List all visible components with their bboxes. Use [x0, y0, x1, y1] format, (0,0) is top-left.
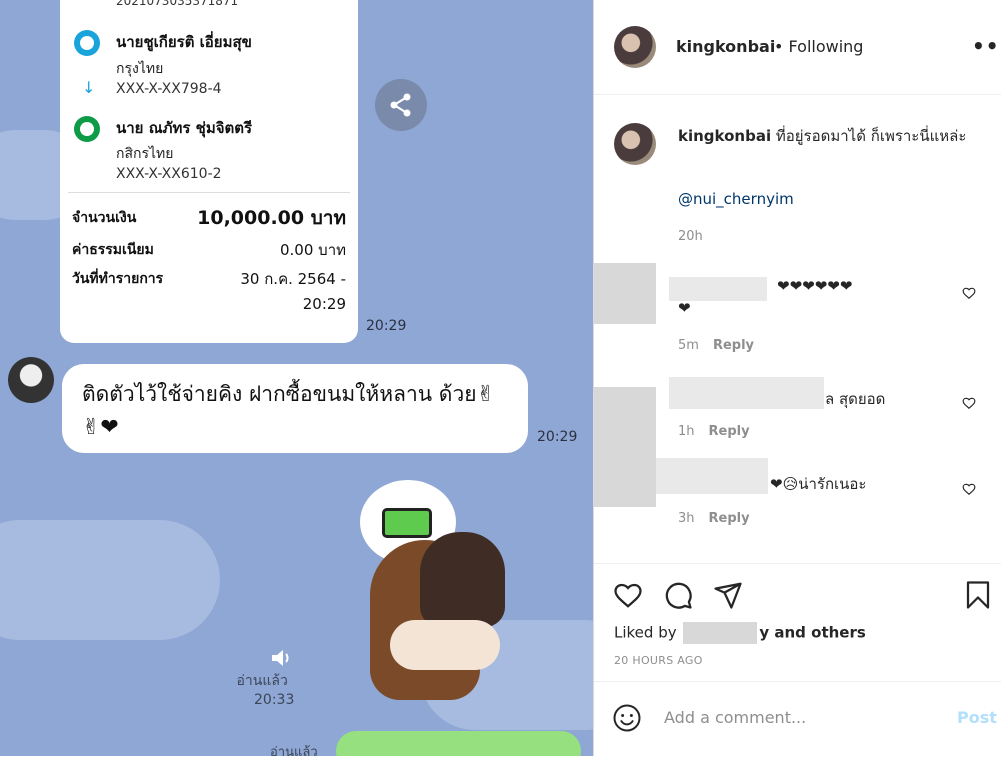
kasikorn-bank-icon [74, 116, 100, 142]
chat-message-text: ติดตัวไว้ใช้จ่ายคิง ฝากซื้อขนมให้หลาน ด้… [82, 382, 477, 406]
like-heart-icon[interactable] [613, 580, 643, 610]
bookmark-icon[interactable] [963, 580, 993, 610]
share-button[interactable] [375, 79, 427, 131]
sender-bank: กรุงไทย [116, 61, 164, 77]
background-cloud [0, 520, 220, 640]
reply-button[interactable]: Reply [709, 424, 750, 439]
liked-by-label: Liked by [614, 623, 677, 642]
redacted-avatar [594, 387, 656, 507]
post-caption: kingkonbai ที่อยู่รอดมาได้ ก็เพราะนี่แหล… [678, 124, 978, 148]
author-avatar[interactable] [614, 26, 656, 68]
comment-text: ❤😥น่ารักเนอะ [770, 475, 867, 493]
receipt-ref: 2021073035371871 [116, 0, 239, 8]
receipt-timestamp: 20:29 [366, 318, 407, 334]
redacted-avatar [594, 263, 656, 324]
receipt-divider [68, 192, 350, 193]
receiver-name: นาย ณภัทร ชุ่มจิตตรี [116, 119, 253, 137]
action-bar [594, 563, 1001, 564]
arrow-down-icon: ↓ [82, 78, 96, 97]
redacted-liker [683, 622, 758, 644]
speaker-icon [270, 648, 292, 672]
date-value: 30 ก.ค. 2564 - [240, 270, 346, 288]
reply-button[interactable]: Reply [709, 511, 750, 526]
more-options-button[interactable]: ••• [972, 34, 1001, 58]
comment-bubble-icon[interactable] [663, 580, 693, 610]
emoji-smiley-icon[interactable] [612, 703, 642, 733]
hug-sticker [360, 480, 510, 705]
battery-icon [382, 508, 432, 538]
comment-meta: 3h Reply [678, 511, 750, 526]
read-label-2: อ่านแล้ว [270, 745, 318, 756]
reply-button[interactable]: Reply [713, 338, 754, 353]
comment-meta: 5m Reply [678, 338, 755, 353]
caption-mention[interactable]: @nui_chernyim [678, 190, 794, 208]
comment-text-line2: ❤ [678, 299, 691, 317]
redacted-username [669, 377, 824, 409]
sticker-arms [390, 620, 500, 670]
like-comment-heart-icon[interactable] [962, 396, 976, 410]
fee-value: 0.00 บาท [280, 241, 346, 259]
outgoing-message-bubble [336, 731, 581, 756]
receiver-bank: กสิกรไทย [116, 146, 174, 162]
following-status[interactable]: • Following [774, 37, 863, 56]
post-comment-button[interactable]: Post [957, 708, 997, 727]
amount-label: จำนวนเงิน [72, 210, 137, 226]
amount-value: 10,000.00 บาท [197, 207, 346, 229]
caption-text: ที่อยู่รอดมาได้ ก็เพราะนี่แหล่ะ [775, 127, 967, 145]
author-username[interactable]: kingkonbai [676, 37, 775, 56]
post-header: kingkonbai • Following ••• [594, 0, 1001, 95]
fee-label: ค่าธรรมเนียม [72, 242, 154, 258]
post-image-line-chat: 2021073035371871 นายชูเกียรติ เอี่ยมสุข … [0, 0, 593, 756]
read-receipt: อ่านแล้ว 20:33 [230, 672, 295, 710]
and-others-link[interactable]: y and others [759, 624, 865, 642]
comment-text: ❤❤❤❤❤❤ [777, 277, 853, 295]
screenshot-frame: 2021073035371871 นายชูเกียรติ เอี่ยมสุข … [0, 0, 1001, 756]
sender-avatar [8, 357, 54, 403]
redacted-username [656, 458, 768, 494]
post-timestamp[interactable]: 20 HOURS AGO [614, 654, 703, 667]
sticker-boy [420, 532, 505, 627]
caption-age: 20h [678, 229, 703, 244]
sender-name: นายชูเกียรติ เอี่ยมสุข [116, 33, 252, 51]
sender-account: XXX-X-XX798-4 [116, 81, 222, 97]
sticker-timestamp: 20:33 [254, 692, 295, 708]
send-paper-plane-icon[interactable] [713, 580, 743, 610]
receiver-account: XXX-X-XX610-2 [116, 166, 222, 182]
read-label: อ่านแล้ว [236, 673, 288, 689]
krungthai-bank-icon [74, 30, 100, 56]
comment-meta: 1h Reply [678, 424, 750, 439]
message-timestamp: 20:29 [537, 429, 578, 445]
likes-summary: Liked by y and others [614, 622, 866, 644]
chat-message-bubble: ติดตัวไว้ใช้จ่ายคิง ฝากซื้อขนมให้หลาน ด้… [62, 364, 528, 453]
instagram-side-panel: kingkonbai • Following ••• kingkonbai ที… [593, 0, 1001, 756]
comment-input[interactable]: Add a comment... [664, 708, 806, 727]
redacted-username [669, 277, 767, 301]
add-comment-bar: Add a comment... Post [594, 681, 1001, 757]
comment-text: ล สุดยอด [825, 390, 886, 408]
like-comment-heart-icon[interactable] [962, 482, 976, 496]
date-label: วันที่ทำรายการ [72, 271, 164, 287]
share-icon [390, 93, 411, 117]
date-time: 20:29 [302, 295, 346, 313]
like-comment-heart-icon[interactable] [962, 286, 976, 300]
transfer-receipt: 2021073035371871 นายชูเกียรติ เอี่ยมสุข … [60, 0, 358, 343]
caption-username[interactable]: kingkonbai [678, 127, 771, 145]
caption-avatar[interactable] [614, 123, 656, 165]
